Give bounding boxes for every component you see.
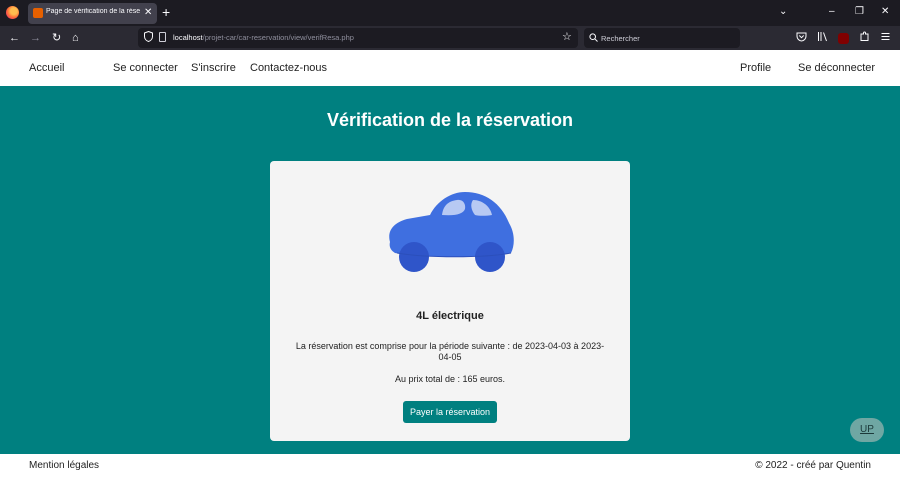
nav-link-signup[interactable]: S'inscrire <box>191 62 236 74</box>
menu-icon[interactable] <box>880 31 891 42</box>
extensions-icon[interactable] <box>859 31 870 42</box>
shield-icon[interactable] <box>144 31 153 42</box>
scroll-up-button[interactable]: UP <box>850 418 884 442</box>
tab-title: Page de vérification de la réservation <box>46 8 140 15</box>
nav-link-home[interactable]: Accueil <box>29 62 64 74</box>
page-title: Vérification de la réservation <box>326 110 574 130</box>
page-icon <box>159 32 166 42</box>
firefox-logo-icon <box>6 6 19 19</box>
browser-nav-toolbar: ← → ↻ ⌂ localhost/projet-car/car-reserva… <box>0 26 900 50</box>
copyright-text: © 2022 - créé par Quentin <box>755 460 871 471</box>
home-icon[interactable]: ⌂ <box>72 30 79 46</box>
reservation-card: 4L électrique La réservation est compris… <box>270 161 630 441</box>
tab-close-icon[interactable]: ✕ <box>144 6 152 20</box>
window-restore-icon[interactable]: ❐ <box>855 4 864 20</box>
window-close-icon[interactable]: ✕ <box>881 4 889 20</box>
reload-icon[interactable]: ↻ <box>52 30 61 46</box>
library-icon[interactable] <box>817 31 828 42</box>
forward-arrow-icon[interactable]: → <box>30 30 41 46</box>
search-bar[interactable] <box>584 28 740 48</box>
nav-link-logout[interactable]: Se déconnecter <box>798 62 875 74</box>
url-host: localhost <box>173 33 203 42</box>
url-bar[interactable]: localhost/projet-car/car-reservation/vie… <box>138 28 578 48</box>
car-image <box>389 192 514 272</box>
window-minimize-icon[interactable]: – <box>829 4 835 20</box>
search-input[interactable] <box>601 31 731 45</box>
pocket-icon[interactable] <box>796 31 807 42</box>
site-footer: Mention légales © 2022 - créé par Quenti… <box>0 454 900 482</box>
browser-tab-bar: Page de vérification de la réservation ✕… <box>0 0 900 26</box>
back-arrow-icon[interactable]: ← <box>9 30 20 46</box>
site-header: Accueil Se connecter S'inscrire Contacte… <box>0 50 900 86</box>
car-name: 4L électrique <box>416 310 484 322</box>
legal-mentions-link[interactable]: Mention légales <box>29 460 99 471</box>
main-content: Vérification de la réservation 4L électr… <box>0 86 900 454</box>
tab-favicon-icon <box>33 8 43 18</box>
url-path: /projet-car/car-reservation/view/verifRe… <box>202 33 354 42</box>
browser-tab-active[interactable]: Page de vérification de la réservation ✕ <box>28 3 157 24</box>
url-text[interactable]: localhost/projet-car/car-reservation/vie… <box>173 33 354 42</box>
pay-reservation-button[interactable]: Payer la réservation <box>403 401 497 423</box>
search-icon <box>589 33 598 42</box>
nav-link-login[interactable]: Se connecter <box>113 62 178 74</box>
ublock-icon[interactable] <box>838 33 849 44</box>
reservation-period: La réservation est comprise pour la péri… <box>295 341 605 362</box>
tabs-list-chevron-icon[interactable]: ⌄ <box>779 6 787 17</box>
new-tab-icon[interactable]: + <box>162 3 170 21</box>
star-icon[interactable]: ☆ <box>562 30 572 43</box>
reservation-price: Au prix total de : 165 euros. <box>394 374 506 384</box>
nav-link-profile[interactable]: Profile <box>740 62 771 74</box>
nav-link-contact[interactable]: Contactez-nous <box>250 62 327 74</box>
